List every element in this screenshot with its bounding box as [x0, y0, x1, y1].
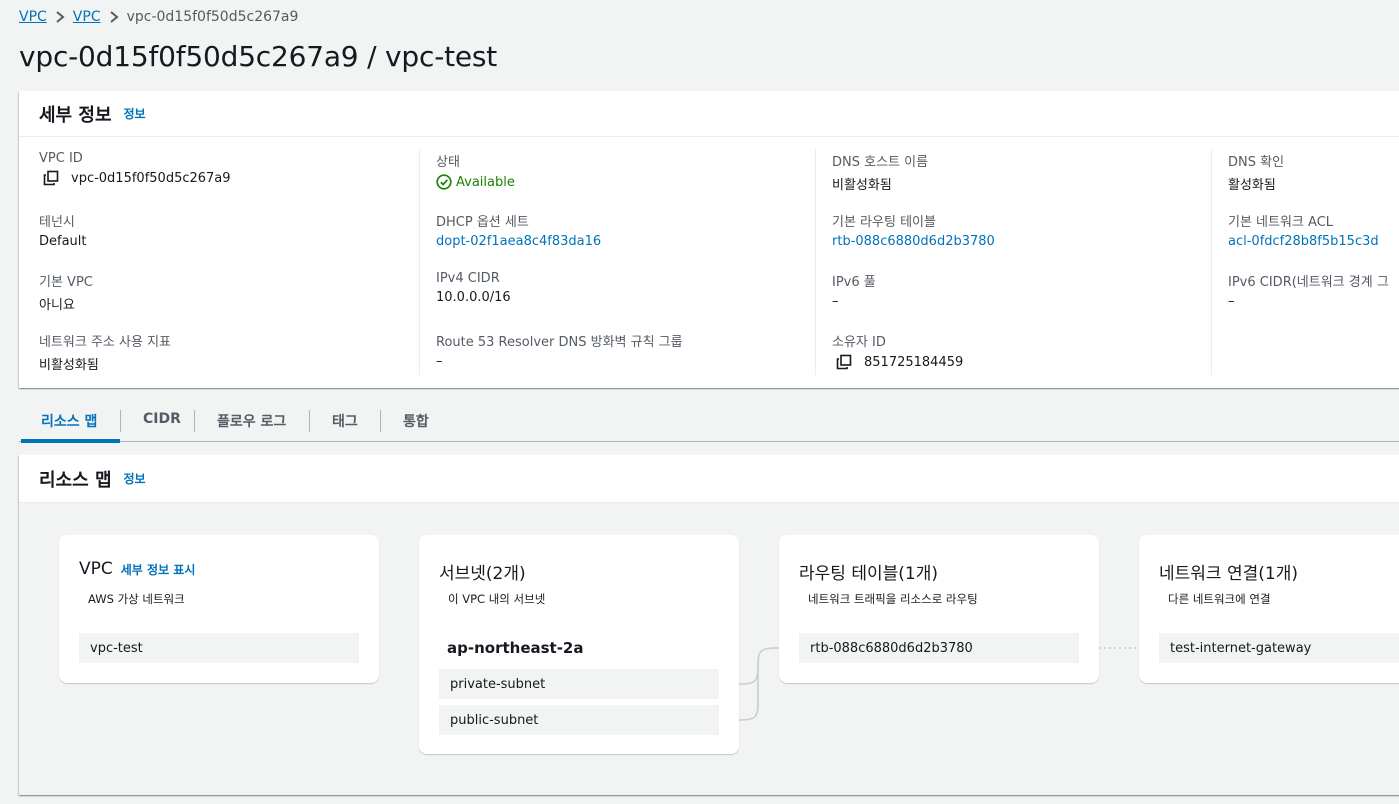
main-route-table-link[interactable]: rtb-088c6880d6d2b3780: [832, 234, 995, 249]
details-panel: 세부 정보 정보 VPC ID vpc-0d15f0f50d5c267a9 테넌…: [19, 91, 1399, 388]
subnet-card: 서브넷(2개) 이 VPC 내의 서브넷 ap-northeast-2a pri…: [419, 535, 739, 754]
chevron-right-icon: [101, 9, 127, 25]
field-default-vpc: 기본 VPC 아니요: [39, 271, 93, 313]
breadcrumb-vpc-list[interactable]: VPC: [73, 9, 101, 25]
tab-cidr[interactable]: CIDR: [121, 401, 194, 441]
breadcrumb: VPC VPC vpc-0d15f0f50d5c267a9: [19, 9, 298, 25]
field-label: IPv4 CIDR: [436, 271, 500, 286]
route-table-item[interactable]: rtb-088c6880d6d2b3780: [799, 633, 1079, 663]
field-label: 기본 네트워크 ACL: [1228, 215, 1334, 230]
field-value: Default: [39, 234, 87, 249]
network-connection-card-subtitle: 다른 네트워크에 연결: [1168, 592, 1271, 606]
check-circle-icon: [436, 174, 452, 190]
vpc-id-value: vpc-0d15f0f50d5c267a9: [71, 170, 231, 186]
field-label: 상태: [436, 155, 460, 170]
network-connection-card: 네트워크 연결(1개) 다른 네트워크에 연결 test-internet-ga…: [1139, 535, 1399, 683]
vpc-show-details-link[interactable]: 세부 정보 표시: [121, 561, 196, 578]
field-ipv6-pool: IPv6 풀 –: [832, 271, 876, 309]
field-owner-id: 소유자 ID 851725184459: [832, 331, 963, 370]
details-info-link[interactable]: 정보: [124, 105, 146, 122]
subnet-item-public[interactable]: public-subnet: [439, 705, 719, 735]
subnet-card-subtitle: 이 VPC 내의 서브넷: [448, 592, 546, 606]
tab-bar: 리소스 맵 CIDR 플로우 로그 태그 통합: [19, 401, 1399, 443]
main-acl-link[interactable]: acl-0fdcf28b8f5b15c3d: [1228, 234, 1379, 249]
details-column-4: DNS 확인 활성화됨 기본 네트워크 ACL acl-0fdcf28b8f5b…: [1211, 149, 1399, 375]
field-label: 소유자 ID: [832, 335, 886, 350]
subnet-card-title: 서브넷(2개): [439, 564, 526, 584]
vpc-item-vpc-test[interactable]: vpc-test: [79, 633, 359, 663]
field-main-route-table: 기본 라우팅 테이블 rtb-088c6880d6d2b3780: [832, 211, 995, 249]
details-column-3: DNS 호스트 이름 비활성화됨 기본 라우팅 테이블 rtb-088c6880…: [815, 149, 1212, 375]
vpc-card-title: VPC 세부 정보 표시: [79, 559, 195, 579]
details-title: 세부 정보: [39, 104, 112, 126]
field-route53: Route 53 Resolver DNS 방화벽 규칙 그룹 –: [436, 331, 683, 369]
field-value: –: [436, 354, 443, 369]
dhcp-link[interactable]: dopt-02f1aea8c4f83da16: [436, 234, 601, 249]
vpc-card-subtitle: AWS 가상 네트워크: [88, 592, 185, 606]
resource-map-info-link[interactable]: 정보: [124, 470, 146, 487]
details-column-2: 상태 Available DHCP 옵션 세트 dopt-02f1aea8c4f…: [419, 149, 816, 375]
resource-map-title: 리소스 맵: [39, 469, 112, 491]
resource-map-header: 리소스 맵 정보: [19, 455, 1399, 503]
field-label: DNS 확인: [1228, 155, 1285, 170]
tab-integrations[interactable]: 통합: [381, 401, 451, 441]
copy-icon[interactable]: [836, 354, 852, 370]
field-value: vpc-0d15f0f50d5c267a9: [39, 170, 231, 186]
field-value: 활성화됨: [1228, 178, 1276, 193]
field-value: 아니요: [39, 298, 75, 313]
route-table-card: 라우팅 테이블(1개) 네트워크 트래픽을 리소스로 라우팅 rtb-088c6…: [779, 535, 1099, 683]
vpc-card-title-text: VPC: [79, 559, 113, 579]
resource-map-panel: 리소스 맵 정보 VPC 세부 정보 표시 AWS 가상 네트워크 vpc-te…: [19, 455, 1399, 795]
field-label: 네트워크 주소 사용 지표: [39, 335, 171, 350]
field-label: 기본 VPC: [39, 275, 93, 290]
route-table-card-subtitle: 네트워크 트래픽을 리소스로 라우팅: [808, 592, 978, 606]
details-column-1: VPC ID vpc-0d15f0f50d5c267a9 테넌시 Default…: [39, 149, 420, 375]
field-ipv4-cidr: IPv4 CIDR 10.0.0.0/16: [436, 271, 511, 305]
field-main-acl: 기본 네트워크 ACL acl-0fdcf28b8f5b15c3d: [1228, 211, 1379, 249]
field-tenancy: 테넌시 Default: [39, 211, 87, 249]
copy-icon[interactable]: [43, 170, 59, 186]
page-title: vpc-0d15f0f50d5c267a9 / vpc-test: [19, 40, 498, 73]
tab-tags[interactable]: 태그: [310, 401, 380, 441]
field-label: DHCP 옵션 세트: [436, 215, 529, 230]
network-connection-card-title: 네트워크 연결(1개): [1159, 564, 1298, 584]
field-label: 기본 라우팅 테이블: [832, 215, 936, 230]
availability-zone-label: ap-northeast-2a: [447, 639, 584, 657]
field-ipv6-cidr: IPv6 CIDR(네트워크 경계 그 –: [1228, 271, 1389, 309]
tab-resource-map[interactable]: 리소스 맵: [19, 401, 120, 443]
internet-gateway-item[interactable]: test-internet-gateway: [1159, 633, 1399, 663]
field-label: Route 53 Resolver DNS 방화벽 규칙 그룹: [436, 335, 683, 350]
field-value: –: [1228, 294, 1235, 309]
field-value: –: [832, 294, 839, 309]
details-header: 세부 정보 정보: [19, 91, 1399, 137]
tab-flow-logs[interactable]: 플로우 로그: [195, 401, 309, 441]
vpc-card: VPC 세부 정보 표시 AWS 가상 네트워크 vpc-test: [59, 535, 379, 683]
field-dns-hostname: DNS 호스트 이름 비활성화됨: [832, 151, 928, 193]
field-state: 상태 Available: [436, 151, 515, 190]
resource-map-canvas: VPC 세부 정보 표시 AWS 가상 네트워크 vpc-test 서브넷(2개…: [19, 503, 1399, 795]
chevron-right-icon: [47, 9, 73, 25]
field-value: Available: [436, 174, 515, 190]
field-vpc-id: VPC ID vpc-0d15f0f50d5c267a9: [39, 151, 231, 186]
field-value: 비활성화됨: [832, 178, 892, 193]
field-value: 비활성화됨: [39, 358, 99, 373]
field-dns-resolution: DNS 확인 활성화됨: [1228, 151, 1284, 193]
breadcrumb-vpc-root[interactable]: VPC: [19, 9, 47, 25]
field-value: 851725184459: [832, 354, 963, 370]
field-label: IPv6 풀: [832, 275, 876, 290]
route-table-card-title: 라우팅 테이블(1개): [799, 564, 938, 584]
field-network-usage: 네트워크 주소 사용 지표 비활성화됨: [39, 331, 171, 373]
field-label: 테넌시: [39, 215, 75, 230]
field-dhcp: DHCP 옵션 세트 dopt-02f1aea8c4f83da16: [436, 211, 601, 249]
field-label: IPv6 CIDR(네트워크 경계 그: [1228, 275, 1389, 290]
field-label: VPC ID: [39, 151, 83, 166]
subnet-item-private[interactable]: private-subnet: [439, 669, 719, 699]
breadcrumb-current: vpc-0d15f0f50d5c267a9: [126, 9, 299, 25]
field-label: DNS 호스트 이름: [832, 155, 929, 170]
owner-id-value: 851725184459: [864, 354, 964, 370]
field-value: 10.0.0.0/16: [436, 290, 511, 305]
state-value: Available: [456, 174, 515, 190]
